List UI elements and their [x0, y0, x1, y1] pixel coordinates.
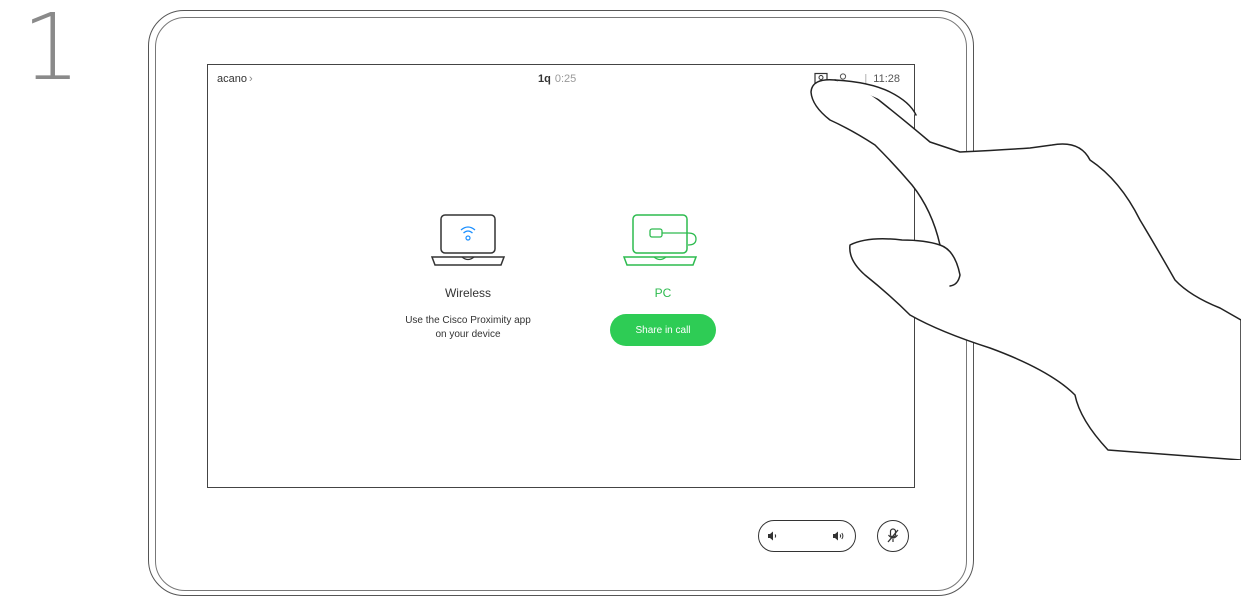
call-menu-link[interactable]: acano › [217, 73, 253, 85]
pointing-hand-illustration [810, 79, 1241, 460]
wireless-description-line2: on your device [435, 329, 501, 340]
wireless-description-line1: Use the Cisco Proximity app [405, 315, 531, 326]
call-duration: 0:25 [554, 73, 577, 85]
share-in-call-button[interactable]: Share in call [610, 314, 716, 346]
microphone-muted-icon [886, 528, 900, 549]
call-menu-label: acano [217, 73, 247, 85]
laptop-wifi-icon [428, 214, 508, 271]
laptop-cable-icon [620, 214, 706, 271]
step-number: 1 [22, 0, 81, 101]
volume-control[interactable] [758, 520, 856, 552]
wireless-option[interactable]: Wireless Use the Cisco Proximity app on … [388, 213, 548, 342]
pc-option[interactable]: PC Share in call [583, 213, 743, 346]
wireless-description: Use the Cisco Proximity app on your devi… [388, 314, 548, 342]
call-info: 1q 0:25 [538, 73, 576, 85]
chevron-right-icon: › [248, 73, 253, 85]
mute-button[interactable] [877, 520, 909, 552]
wireless-label: Wireless [444, 286, 491, 300]
pc-label: PC [654, 286, 672, 300]
speaker-high-icon[interactable] [832, 529, 846, 547]
call-name: 1q [538, 73, 551, 85]
speaker-low-icon[interactable] [767, 529, 779, 547]
